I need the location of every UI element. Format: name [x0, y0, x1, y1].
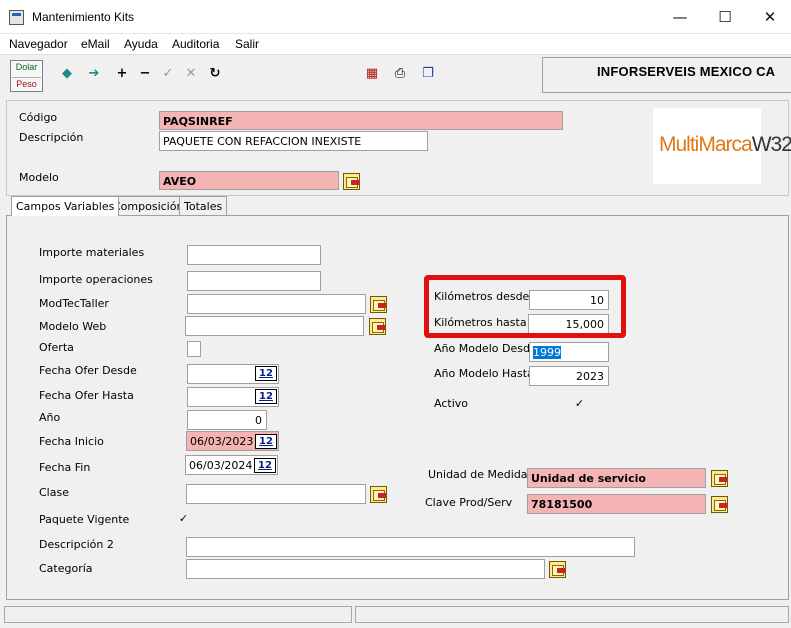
copy-icon[interactable]: ❐ — [420, 66, 436, 82]
fecha-ofer-hasta-calendar-icon[interactable]: 12 — [255, 389, 277, 404]
modelo-lookup-icon[interactable] — [343, 173, 360, 190]
oferta-label: Oferta — [39, 341, 74, 354]
refresh-icon[interactable]: ↻ — [207, 66, 223, 82]
modelo-field[interactable]: AVEO — [159, 171, 339, 190]
menu-bar: Navegador eMail Ayuda Auditoria Salir — [0, 34, 791, 54]
logo-text: MultiMarcaW32 — [659, 133, 791, 157]
descripcion2-field[interactable] — [186, 537, 635, 557]
activo-checkbox[interactable]: ✓ — [573, 398, 586, 411]
anio-desde-label: Año Modelo Desde — [434, 342, 537, 355]
tab-campos-variables[interactable]: Campos Variables — [11, 196, 120, 216]
modtectaller-field[interactable] — [187, 294, 366, 314]
anio-hasta-field[interactable]: 2023 — [529, 366, 609, 386]
fecha-fin-calendar-icon[interactable]: 12 — [254, 458, 276, 473]
unidad-medida-lookup-icon[interactable] — [711, 470, 728, 487]
highlight-box — [424, 275, 626, 338]
paquete-vigente-checkbox[interactable]: ✓ — [177, 513, 190, 526]
currency-toggle[interactable]: Dolar Peso — [10, 60, 43, 92]
modelo-web-label: Modelo Web — [39, 320, 107, 333]
plus-icon[interactable]: + — [114, 66, 130, 82]
modelo-label: Modelo — [19, 171, 59, 184]
fecha-ofer-hasta-label: Fecha Ofer Hasta — [39, 389, 134, 402]
categoria-lookup-icon[interactable] — [549, 561, 566, 578]
tab-composicion[interactable]: Composición — [108, 196, 189, 215]
close-button[interactable]: ✕ — [748, 4, 791, 30]
oferta-checkbox[interactable] — [187, 341, 201, 357]
importe-operaciones-field[interactable] — [187, 271, 321, 291]
clave-prod-lookup-icon[interactable] — [711, 496, 728, 513]
window-title: Mantenimiento Kits — [32, 10, 135, 24]
descripcion-label: Descripción — [19, 131, 84, 144]
fecha-inicio-calendar-icon[interactable]: 12 — [255, 434, 277, 449]
modelo-web-field[interactable] — [185, 316, 364, 336]
anio-desde-field[interactable]: 1999 — [529, 342, 609, 362]
logo-main: MultiMarca — [659, 133, 753, 156]
clave-prod-label: Clave Prod/Serv — [425, 496, 513, 509]
tab-totales[interactable]: Totales — [179, 196, 228, 215]
title-bar: Mantenimiento Kits — ☐ ✕ — [0, 0, 791, 34]
anio-hasta-label: Año Modelo Hasta — [434, 367, 534, 380]
codigo-field[interactable]: PAQSINREF — [159, 111, 563, 130]
activo-label: Activo — [434, 397, 468, 410]
print-icon[interactable]: ⎙ — [392, 66, 408, 82]
modtectaller-lookup-icon[interactable] — [370, 296, 387, 313]
unidad-medida-label: Unidad de Medida — [428, 468, 528, 481]
clase-field[interactable] — [186, 484, 366, 504]
company-name: INFORSERVEIS MEXICO CA — [597, 64, 776, 79]
cancel-icon[interactable]: ✕ — [183, 66, 199, 82]
currency-dolar[interactable]: Dolar — [12, 62, 41, 72]
arrow-left-icon[interactable]: ◆ — [59, 66, 75, 82]
fecha-inicio-label: Fecha Inicio — [39, 435, 104, 448]
app-window: Mantenimiento Kits — ☐ ✕ Navegador eMail… — [0, 0, 791, 628]
check-icon[interactable]: ✓ — [160, 66, 176, 82]
codigo-label: Código — [19, 111, 58, 124]
logo-suffix: W32 — [751, 133, 791, 156]
currency-peso[interactable]: Peso — [12, 77, 41, 89]
menu-navegador[interactable]: Navegador — [9, 37, 68, 51]
status-panel-right — [355, 606, 789, 623]
minus-icon[interactable]: − — [137, 66, 153, 82]
anio-field[interactable]: 0 — [187, 410, 267, 430]
clase-label: Clase — [39, 486, 69, 499]
modtectaller-label: ModTecTaller — [39, 297, 109, 310]
menu-salir[interactable]: Salir — [235, 37, 259, 51]
categoria-field[interactable] — [186, 559, 545, 579]
fecha-ofer-desde-label: Fecha Ofer Desde — [39, 364, 137, 377]
menu-auditoria[interactable]: Auditoria — [172, 37, 219, 51]
menu-ayuda[interactable]: Ayuda — [124, 37, 158, 51]
importe-materiales-field[interactable] — [187, 245, 321, 265]
importe-operaciones-label: Importe operaciones — [39, 273, 153, 286]
status-panel-left — [4, 606, 352, 623]
clave-prod-field[interactable]: 78181500 — [527, 494, 706, 514]
anio-desde-value: 1999 — [533, 346, 561, 359]
arrow-right-icon[interactable]: ➔ — [86, 66, 102, 82]
minimize-button[interactable]: — — [658, 4, 702, 30]
company-panel: INFORSERVEIS MEXICO CA — [542, 57, 791, 93]
unidad-medida-field[interactable]: Unidad de servicio — [527, 468, 706, 488]
descripcion2-label: Descripción 2 — [39, 538, 114, 551]
anio-label: Año — [39, 411, 61, 424]
logo: MultiMarcaW32 — [653, 108, 791, 184]
clase-lookup-icon[interactable] — [370, 486, 387, 503]
fecha-fin-label: Fecha Fin — [39, 461, 91, 474]
app-icon — [9, 10, 24, 25]
paquete-vigente-label: Paquete Vigente — [39, 513, 130, 526]
maximize-button[interactable]: ☐ — [703, 4, 747, 30]
descripcion-field[interactable]: PAQUETE CON REFACCION INEXISTE — [159, 131, 428, 151]
export-icon[interactable]: ▦ — [364, 66, 380, 82]
fecha-ofer-desde-calendar-icon[interactable]: 12 — [255, 366, 277, 381]
importe-materiales-label: Importe materiales — [39, 246, 145, 259]
menu-email[interactable]: eMail — [81, 37, 110, 51]
modelo-web-lookup-icon[interactable] — [369, 318, 386, 335]
categoria-label: Categoría — [39, 562, 93, 575]
